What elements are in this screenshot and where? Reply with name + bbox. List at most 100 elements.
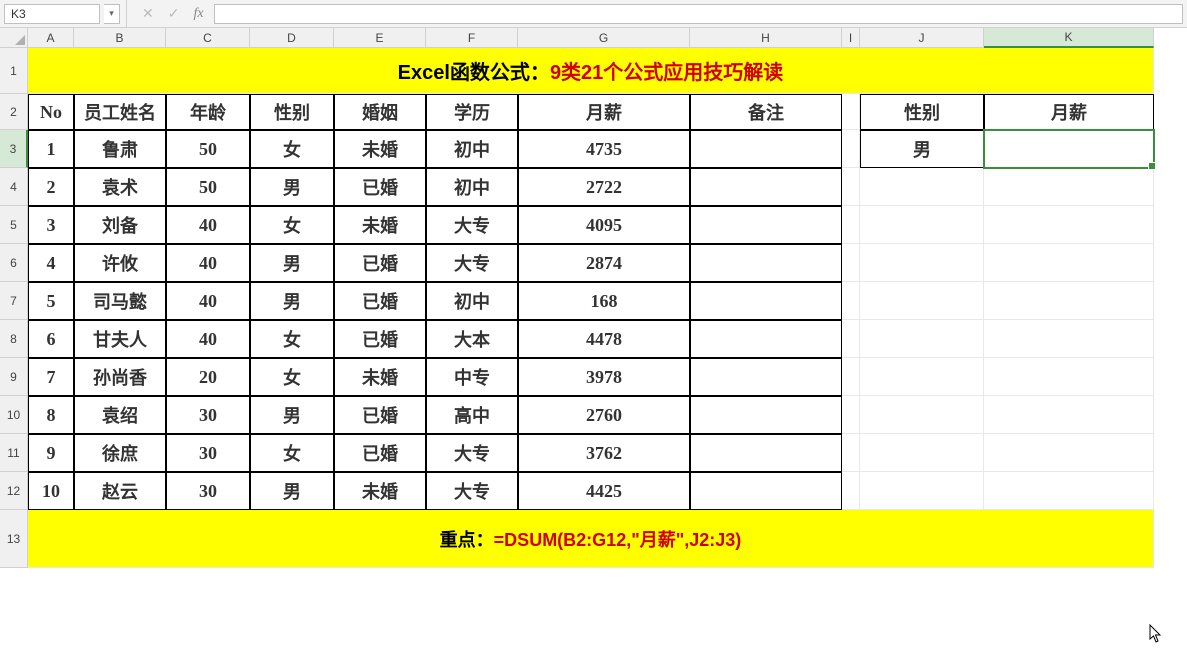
cell-salary-5[interactable]: 4095: [518, 206, 690, 244]
cell-note-7[interactable]: [690, 282, 842, 320]
cell-J8[interactable]: [860, 320, 984, 358]
cell-age-4[interactable]: 50: [166, 168, 250, 206]
cell-marry-7[interactable]: 已婚: [334, 282, 426, 320]
cell-salary-6[interactable]: 2874: [518, 244, 690, 282]
cell-sex-7[interactable]: 男: [250, 282, 334, 320]
row-header-2[interactable]: 2: [0, 94, 28, 130]
col-header-G[interactable]: G: [518, 28, 690, 48]
cell-sex-4[interactable]: 男: [250, 168, 334, 206]
cell-I10[interactable]: [842, 396, 860, 434]
cell-K12[interactable]: [984, 472, 1154, 510]
cell-no-11[interactable]: 9: [28, 434, 74, 472]
row-header-3[interactable]: 3: [0, 130, 28, 168]
cell-age-10[interactable]: 30: [166, 396, 250, 434]
cell-K5[interactable]: [984, 206, 1154, 244]
cell-J7[interactable]: [860, 282, 984, 320]
row-header-8[interactable]: 8: [0, 320, 28, 358]
cell-J6[interactable]: [860, 244, 984, 282]
row-header-12[interactable]: 12: [0, 472, 28, 510]
row-header-1[interactable]: 1: [0, 48, 28, 94]
cell-note-9[interactable]: [690, 358, 842, 396]
cell-age-7[interactable]: 40: [166, 282, 250, 320]
cell-edu-12[interactable]: 大专: [426, 472, 518, 510]
cell-age-9[interactable]: 20: [166, 358, 250, 396]
row-header-9[interactable]: 9: [0, 358, 28, 396]
cell-name-5[interactable]: 刘备: [74, 206, 166, 244]
criteria-sex-value[interactable]: 男: [860, 130, 984, 168]
col-header-B[interactable]: B: [74, 28, 166, 48]
cell-salary-3[interactable]: 4735: [518, 130, 690, 168]
cell-note-12[interactable]: [690, 472, 842, 510]
cell-I9[interactable]: [842, 358, 860, 396]
cell-no-9[interactable]: 7: [28, 358, 74, 396]
cell-sex-10[interactable]: 男: [250, 396, 334, 434]
cell-salary-12[interactable]: 4425: [518, 472, 690, 510]
cell-J9[interactable]: [860, 358, 984, 396]
cell-I12[interactable]: [842, 472, 860, 510]
cell-sex-12[interactable]: 男: [250, 472, 334, 510]
row-header-11[interactable]: 11: [0, 434, 28, 472]
cancel-icon[interactable]: ✕: [142, 5, 154, 22]
cell-J12[interactable]: [860, 472, 984, 510]
cell-sex-8[interactable]: 女: [250, 320, 334, 358]
row-header-6[interactable]: 6: [0, 244, 28, 282]
col-header-E[interactable]: E: [334, 28, 426, 48]
cell-marry-9[interactable]: 未婚: [334, 358, 426, 396]
cell-note-4[interactable]: [690, 168, 842, 206]
row-header-5[interactable]: 5: [0, 206, 28, 244]
cell-sex-9[interactable]: 女: [250, 358, 334, 396]
cell-marry-4[interactable]: 已婚: [334, 168, 426, 206]
cell-marry-10[interactable]: 已婚: [334, 396, 426, 434]
cell-J5[interactable]: [860, 206, 984, 244]
cell-note-11[interactable]: [690, 434, 842, 472]
row-header-13[interactable]: 13: [0, 510, 28, 568]
cell-edu-8[interactable]: 大本: [426, 320, 518, 358]
cell-marry-8[interactable]: 已婚: [334, 320, 426, 358]
spreadsheet-grid[interactable]: ABCDEFGHIJK1Excel函数公式：9类21个公式应用技巧解读2No员工…: [0, 28, 1187, 568]
cell-marry-12[interactable]: 未婚: [334, 472, 426, 510]
cell-I7[interactable]: [842, 282, 860, 320]
cell-marry-3[interactable]: 未婚: [334, 130, 426, 168]
select-all-corner[interactable]: [0, 28, 28, 48]
cell-note-5[interactable]: [690, 206, 842, 244]
row-header-10[interactable]: 10: [0, 396, 28, 434]
cell-edu-7[interactable]: 初中: [426, 282, 518, 320]
fx-icon[interactable]: fx: [193, 6, 203, 22]
cell-K7[interactable]: [984, 282, 1154, 320]
cell-salary-11[interactable]: 3762: [518, 434, 690, 472]
cell-name-9[interactable]: 孙尚香: [74, 358, 166, 396]
cell-edu-10[interactable]: 高中: [426, 396, 518, 434]
cell-marry-5[interactable]: 未婚: [334, 206, 426, 244]
col-header-J[interactable]: J: [860, 28, 984, 48]
cell-I11[interactable]: [842, 434, 860, 472]
col-header-A[interactable]: A: [28, 28, 74, 48]
cell-note-8[interactable]: [690, 320, 842, 358]
cell-no-8[interactable]: 6: [28, 320, 74, 358]
cell-sex-5[interactable]: 女: [250, 206, 334, 244]
cell-no-3[interactable]: 1: [28, 130, 74, 168]
cell-age-6[interactable]: 40: [166, 244, 250, 282]
confirm-icon[interactable]: ✓: [168, 5, 180, 22]
cell-salary-8[interactable]: 4478: [518, 320, 690, 358]
row-header-7[interactable]: 7: [0, 282, 28, 320]
cell-salary-7[interactable]: 168: [518, 282, 690, 320]
cell-name-6[interactable]: 许攸: [74, 244, 166, 282]
col-header-H[interactable]: H: [690, 28, 842, 48]
cell-I4[interactable]: [842, 168, 860, 206]
cell-no-12[interactable]: 10: [28, 472, 74, 510]
cell-K8[interactable]: [984, 320, 1154, 358]
namebox-dropdown[interactable]: ▾: [104, 4, 120, 24]
cell-note-10[interactable]: [690, 396, 842, 434]
cell-no-4[interactable]: 2: [28, 168, 74, 206]
cell-edu-6[interactable]: 大专: [426, 244, 518, 282]
col-header-C[interactable]: C: [166, 28, 250, 48]
cell-marry-6[interactable]: 已婚: [334, 244, 426, 282]
cell-I2[interactable]: [842, 94, 860, 130]
cell-age-5[interactable]: 40: [166, 206, 250, 244]
row-header-4[interactable]: 4: [0, 168, 28, 206]
col-header-K[interactable]: K: [984, 28, 1154, 48]
cell-marry-11[interactable]: 已婚: [334, 434, 426, 472]
col-header-F[interactable]: F: [426, 28, 518, 48]
cell-J10[interactable]: [860, 396, 984, 434]
cell-salary-10[interactable]: 2760: [518, 396, 690, 434]
